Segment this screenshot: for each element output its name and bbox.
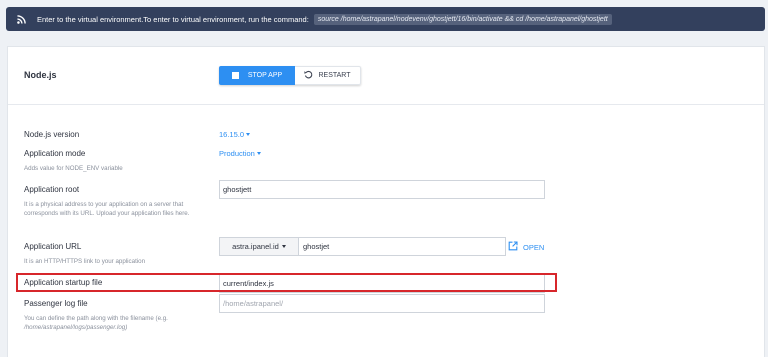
- open-url-link[interactable]: OPEN: [508, 241, 544, 253]
- startup-file-input[interactable]: current/index.js: [219, 274, 545, 293]
- app-mode-value: Production: [219, 149, 255, 158]
- open-label: OPEN: [523, 242, 545, 252]
- app-settings-card: Node.js STOP APP RESTART Node.js version…: [7, 46, 765, 357]
- banner-command[interactable]: source /home/astrapanel/nodevenv/ghostje…: [313, 13, 612, 25]
- nodejs-version-dropdown[interactable]: 16.15.0: [219, 130, 251, 139]
- passenger-log-label: Passenger log file: [24, 299, 88, 308]
- app-root-label: Application root: [24, 185, 80, 194]
- passenger-log-hint: You can define the path along with the f…: [24, 314, 214, 332]
- external-link-icon: [508, 241, 523, 253]
- app-mode-dropdown[interactable]: Production: [219, 149, 261, 158]
- banner-message: Enter to the virtual environment.To ente…: [37, 14, 309, 24]
- app-mode-hint: Adds value for NODE_ENV variable: [24, 165, 123, 172]
- card-header: Node.js STOP APP RESTART: [8, 47, 764, 105]
- app-root-hint: It is a physical address to your applica…: [24, 201, 190, 217]
- restart-icon: [304, 70, 318, 81]
- notification-banner: Enter to the virtual environment.To ente…: [6, 7, 765, 31]
- rss-icon: [17, 14, 26, 24]
- restart-button[interactable]: RESTART: [295, 66, 361, 85]
- chevron-down-icon: [256, 152, 261, 155]
- chevron-down-icon: [281, 245, 286, 248]
- domain-select[interactable]: astra.ipanel.id: [219, 237, 299, 256]
- nodejs-version-label: Node.js version: [24, 130, 80, 139]
- app-url-path-input[interactable]: ghostjet: [298, 237, 506, 256]
- stop-icon: [231, 72, 239, 79]
- domain-value: astra.ipanel.id: [232, 242, 279, 251]
- app-title: Node.js: [24, 70, 57, 80]
- startup-file-label: Application startup file: [24, 278, 103, 287]
- stop-app-label: STOP APP: [247, 72, 283, 79]
- passenger-log-hint-text: You can define the path along with the f…: [24, 315, 168, 322]
- app-mode-label: Application mode: [24, 149, 86, 158]
- nodejs-version-value: 16.15.0: [219, 130, 245, 139]
- app-url-label: Application URL: [24, 242, 82, 251]
- passenger-log-input[interactable]: /home/astrapanel/: [219, 294, 545, 313]
- app-actions: STOP APP RESTART: [219, 66, 361, 85]
- stop-app-button[interactable]: STOP APP: [219, 66, 295, 85]
- app-root-input[interactable]: ghostjett: [219, 180, 545, 199]
- passenger-log-hint-example: /home/astrapanel/logs/passenger.log): [24, 324, 128, 331]
- app-url-hint: It is an HTTP/HTTPS link to your applica…: [24, 258, 146, 265]
- chevron-down-icon: [246, 133, 251, 136]
- restart-label: RESTART: [318, 72, 351, 79]
